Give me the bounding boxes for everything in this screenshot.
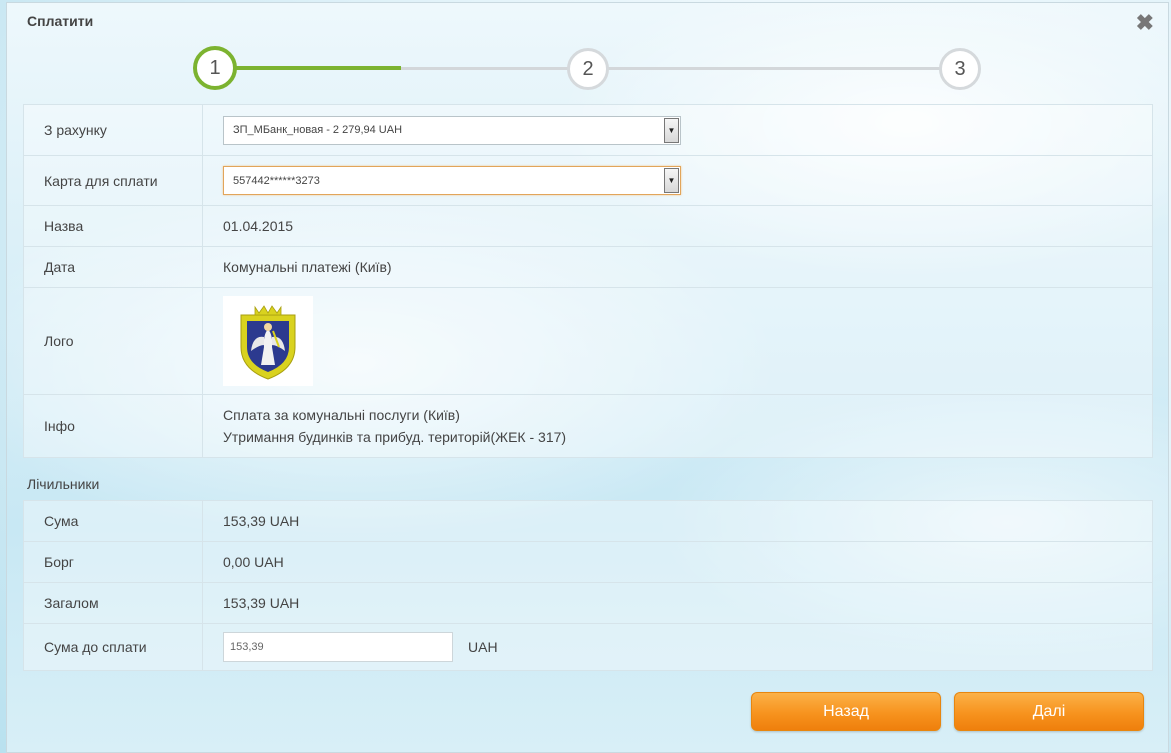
sum-value: 153,39 UAH [223, 513, 300, 529]
card-label: Карта для сплати [24, 156, 203, 205]
info-value: Сплата за комунальні послуги (Київ) Утри… [203, 395, 1152, 457]
step-indicator: 1 2 3 [7, 3, 1168, 103]
card-row: Карта для сплати 557442******3273 ▼ [24, 156, 1152, 206]
logo-label: Лого [24, 288, 203, 394]
sum-row: Сума 153,39 UAH [24, 501, 1152, 542]
info-row: Інфо Сплата за комунальні послуги (Київ)… [24, 395, 1152, 457]
step-1: 1 [193, 46, 237, 90]
account-select[interactable]: ЗП_МБанк_новая - 2 279,94 UAH ▼ [223, 115, 681, 145]
step-progress-line [229, 66, 401, 70]
chevron-down-icon[interactable]: ▼ [664, 117, 679, 143]
back-button[interactable]: Назад [751, 692, 941, 731]
debt-label: Борг [24, 542, 203, 582]
info-label: Інфо [24, 395, 203, 457]
card-selected-value: 557442******3273 [233, 174, 320, 187]
kyiv-coat-of-arms-logo [223, 296, 313, 386]
account-row: З рахунку ЗП_МБанк_новая - 2 279,94 UAH … [24, 105, 1152, 156]
total-row: Загалом 153,39 UAH [24, 583, 1152, 624]
payment-details-table: З рахунку ЗП_МБанк_новая - 2 279,94 UAH … [23, 104, 1153, 458]
info-line-2: Утримання будинків та прибуд. територій(… [223, 429, 567, 445]
name-row: Назва 01.04.2015 [24, 206, 1152, 247]
date-row: Дата Комунальні платежі (Київ) [24, 247, 1152, 288]
step-2: 2 [567, 48, 609, 90]
meters-section-title: Лічильники [27, 476, 100, 492]
info-line-1: Сплата за комунальні послуги (Київ) [223, 407, 460, 423]
next-button[interactable]: Далі [954, 692, 1144, 731]
total-value: 153,39 UAH [223, 595, 300, 611]
account-label: З рахунку [24, 105, 203, 155]
total-label: Загалом [24, 583, 203, 623]
logo-row: Лого [24, 288, 1152, 395]
pay-currency: UAH [468, 639, 498, 655]
pay-amount-row: Сума до сплати 153,39 UAH [24, 624, 1152, 670]
pay-amount-input[interactable]: 153,39 [223, 632, 453, 662]
meters-table: Сума 153,39 UAH Борг 0,00 UAH Загалом 15… [23, 500, 1153, 671]
step-line-remaining [401, 67, 951, 70]
sum-label: Сума [24, 501, 203, 541]
account-selected-value: ЗП_МБанк_новая - 2 279,94 UAH [233, 124, 403, 136]
debt-row: Борг 0,00 UAH [24, 542, 1152, 583]
debt-value: 0,00 UAH [223, 554, 284, 570]
chevron-down-icon[interactable]: ▼ [664, 168, 679, 193]
name-label: Назва [24, 206, 203, 246]
date-label: Дата [24, 247, 203, 287]
date-value: Комунальні платежі (Київ) [223, 259, 392, 275]
card-select[interactable]: 557442******3273 ▼ [223, 166, 681, 195]
step-3: 3 [939, 48, 981, 90]
payment-dialog: Сплатити ✖ 1 2 3 З рахунку ЗП_МБанк_нова… [6, 2, 1169, 753]
name-value: 01.04.2015 [223, 218, 294, 234]
coat-of-arms-icon [240, 305, 296, 380]
pay-amount-label: Сума до сплати [24, 624, 203, 670]
